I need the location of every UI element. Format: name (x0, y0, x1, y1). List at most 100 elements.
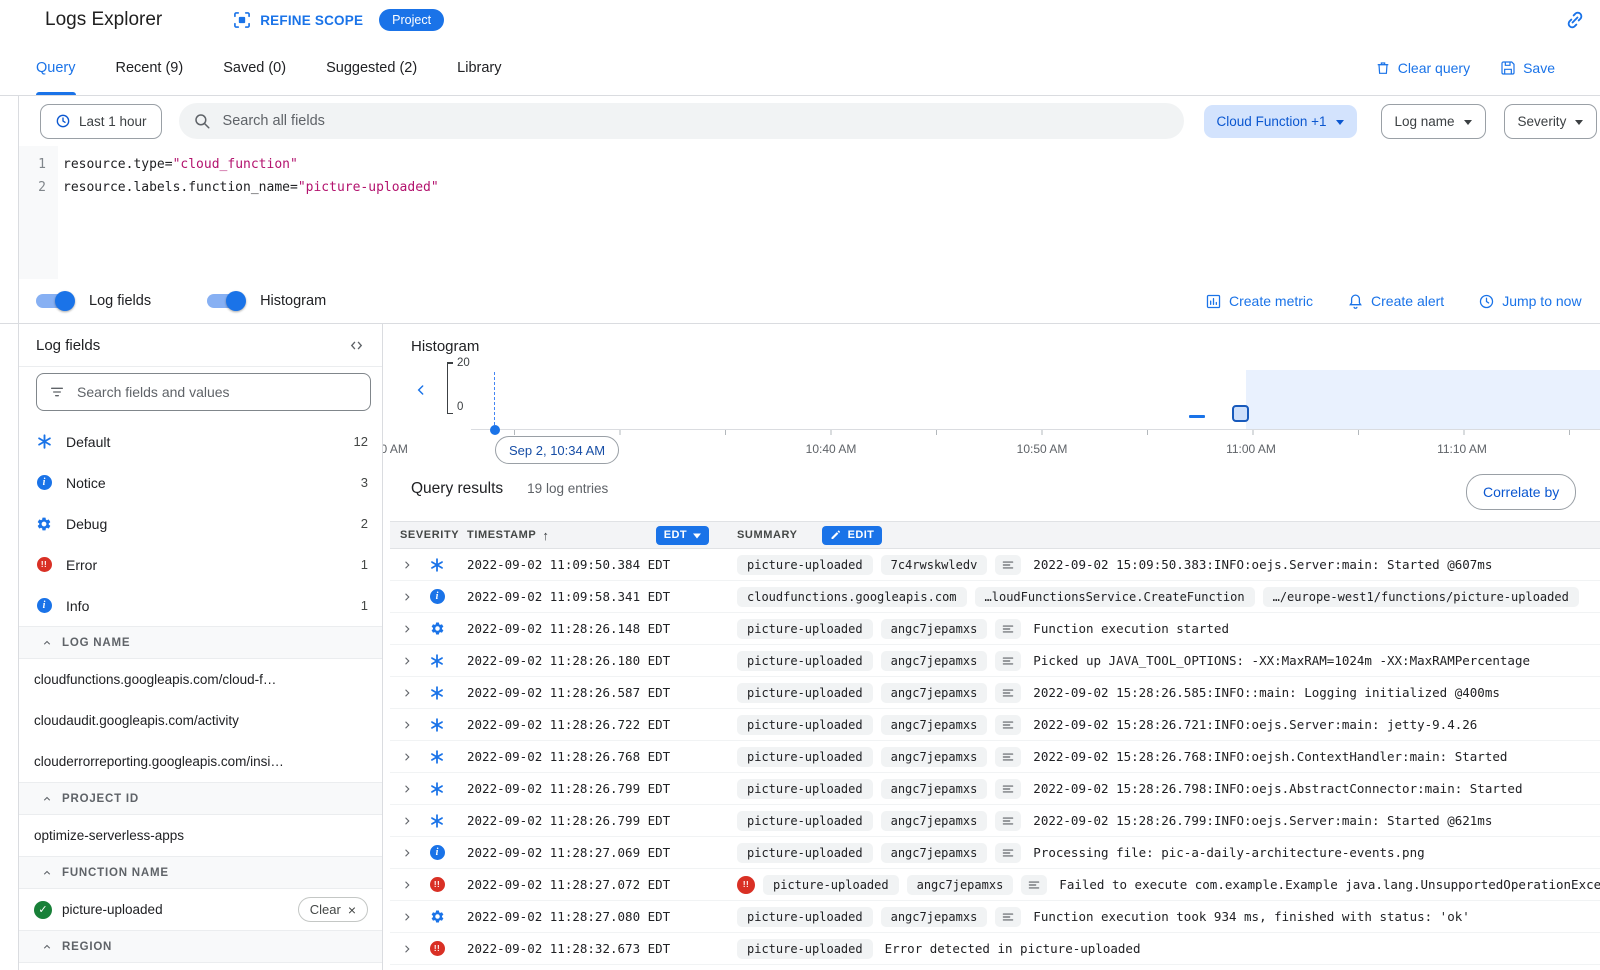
severity-filter-row[interactable]: i !! Debug 2 (18, 503, 382, 544)
time-cursor-dot[interactable] (490, 425, 500, 435)
summary-chip[interactable]: picture-uploaded (737, 683, 873, 703)
log-entry-row[interactable]: i !! 2022-09-02 11:28:26.722 EDT !! (390, 709, 1600, 741)
expand-chevron-icon[interactable] (400, 654, 422, 668)
severity-filter-row[interactable]: i !! Error 1 (18, 544, 382, 585)
severity-filter-row[interactable]: i !! Default 12 (18, 421, 382, 462)
log-entry-row[interactable]: i !! 2022-09-02 11:28:27.072 EDT !! (390, 869, 1600, 901)
summary-chip[interactable]: …/europe-west1/functions/picture-uploade… (1263, 587, 1579, 607)
severity-filter-row[interactable]: i !! Info 1 (18, 585, 382, 626)
histogram-toggle[interactable] (207, 294, 244, 308)
expand-chevron-icon[interactable] (400, 622, 422, 636)
log-lines-icon[interactable] (995, 747, 1021, 767)
summary-chip[interactable]: picture-uploaded (737, 811, 873, 831)
summary-chip[interactable]: angc7jepamxs (881, 843, 988, 863)
timezone-selector[interactable]: EDT (656, 526, 709, 545)
summary-chip[interactable]: picture-uploaded (763, 875, 899, 895)
field-value-row[interactable]: ✓ clouderrorreporting.googleapis.com/ins… (18, 741, 382, 782)
log-entry-row[interactable]: i !! 2022-09-02 11:28:26.768 EDT !! (390, 741, 1600, 773)
tab[interactable]: Suggested (2) (326, 40, 417, 95)
summary-chip[interactable]: angc7jepamxs (881, 651, 988, 671)
tab[interactable]: Recent (9) (116, 40, 184, 95)
summary-chip[interactable]: angc7jepamxs (881, 779, 988, 799)
scope-project-badge[interactable]: Project (379, 9, 444, 31)
section-header[interactable]: PROJECT ID (18, 782, 382, 815)
summary-chip[interactable]: angc7jepamxs (881, 715, 988, 735)
tab[interactable]: Saved (0) (223, 40, 286, 95)
log-lines-icon[interactable] (995, 811, 1021, 831)
log-name-filter-chip[interactable]: Log name (1381, 104, 1486, 139)
summary-chip[interactable]: …loudFunctionsService.CreateFunction (975, 587, 1255, 607)
expand-chevron-icon[interactable] (400, 782, 422, 796)
log-entry-row[interactable]: i !! 2022-09-02 11:09:50.384 EDT !! (390, 549, 1600, 581)
histogram-pan-left-icon[interactable] (413, 382, 429, 398)
collapse-panel-icon[interactable] (343, 332, 370, 359)
log-entry-row[interactable]: i !! 2022-09-02 11:28:32.673 EDT !! (390, 933, 1600, 965)
log-fields-toggle[interactable] (36, 294, 73, 308)
summary-chip[interactable]: picture-uploaded (737, 651, 873, 671)
jump-to-now-button[interactable]: Jump to now (1478, 293, 1581, 310)
expand-chevron-icon[interactable] (400, 590, 422, 604)
section-header[interactable]: FUNCTION NAME (18, 856, 382, 889)
fields-search-input[interactable] (75, 383, 370, 401)
share-link-icon[interactable] (1564, 9, 1586, 31)
log-entry-row[interactable]: i !! 2022-09-02 11:28:26.799 EDT !! (390, 773, 1600, 805)
resource-filter-chip[interactable]: Cloud Function +1 (1204, 105, 1357, 138)
create-alert-button[interactable]: Create alert (1347, 293, 1444, 310)
clear-query-button[interactable]: Clear query (1375, 60, 1470, 76)
log-lines-icon[interactable] (995, 555, 1021, 575)
summary-chip[interactable]: angc7jepamxs (881, 683, 988, 703)
expand-chevron-icon[interactable] (400, 878, 422, 892)
summary-chip[interactable]: picture-uploaded (737, 715, 873, 735)
summary-chip[interactable]: 7c4rwskwledv (881, 555, 988, 575)
log-entry-row[interactable]: i !! 2022-09-02 11:09:58.341 EDT !! (390, 581, 1600, 613)
summary-chip[interactable]: picture-uploaded (737, 747, 873, 767)
severity-filter-row[interactable]: i !! Notice 3 (18, 462, 382, 503)
summary-chip[interactable]: picture-uploaded (737, 779, 873, 799)
log-entry-row[interactable]: i !! 2022-09-02 11:28:27.069 EDT !! (390, 837, 1600, 869)
tab[interactable]: Query (36, 40, 76, 95)
timestamp-column-header[interactable]: TIMESTAMP (467, 529, 536, 541)
query-editor[interactable]: 12 resource.type="cloud_function" resour… (0, 146, 1600, 279)
field-value-row[interactable]: ✓ cloudaudit.googleapis.com/activity × 2 (18, 700, 382, 741)
expand-chevron-icon[interactable] (400, 750, 422, 764)
log-entry-row[interactable]: i !! 2022-09-02 11:28:26.587 EDT !! (390, 677, 1600, 709)
expand-chevron-icon[interactable] (400, 814, 422, 828)
log-lines-icon[interactable] (995, 843, 1021, 863)
summary-chip[interactable]: angc7jepamxs (907, 875, 1014, 895)
summary-chip[interactable]: picture-uploaded (737, 555, 873, 575)
log-lines-icon[interactable] (995, 651, 1021, 671)
log-entry-row[interactable]: i !! 2022-09-02 11:28:26.180 EDT !! (390, 645, 1600, 677)
log-entry-row[interactable]: i !! 2022-09-02 11:28:26.148 EDT !! (390, 613, 1600, 645)
clear-filter-button[interactable]: Clear × (298, 897, 368, 922)
field-value-row[interactable]: ✓ picture-uploaded Clear × (18, 889, 382, 930)
log-entry-row[interactable]: i !! 2022-09-02 11:28:27.080 EDT !! (390, 901, 1600, 933)
sort-asc-icon[interactable]: ↑ (542, 528, 549, 543)
summary-chip[interactable]: picture-uploaded (737, 619, 873, 639)
log-lines-icon[interactable] (995, 779, 1021, 799)
tab[interactable]: Library (457, 40, 501, 95)
expand-chevron-icon[interactable] (400, 718, 422, 732)
summary-chip[interactable]: angc7jepamxs (881, 747, 988, 767)
expand-chevron-icon[interactable] (400, 558, 422, 572)
expand-chevron-icon[interactable] (400, 910, 422, 924)
summary-chip[interactable]: angc7jepamxs (881, 907, 988, 927)
log-lines-icon[interactable] (995, 619, 1021, 639)
field-value-row[interactable]: ✓ cloudfunctions.googleapis.com/cloud-f…… (18, 659, 382, 700)
log-lines-icon[interactable] (995, 683, 1021, 703)
histogram-selection-region[interactable] (1246, 370, 1600, 430)
log-lines-icon[interactable] (1021, 875, 1047, 895)
save-button[interactable]: Save (1500, 60, 1555, 76)
section-header[interactable]: REGION (18, 930, 382, 963)
summary-chip[interactable]: picture-uploaded (737, 939, 873, 959)
correlate-by-button[interactable]: Correlate by (1466, 474, 1576, 510)
severity-filter-chip[interactable]: Severity (1504, 104, 1598, 139)
expand-chevron-icon[interactable] (400, 846, 422, 860)
log-lines-icon[interactable] (995, 715, 1021, 735)
summary-chip[interactable]: angc7jepamxs (881, 811, 988, 831)
summary-chip[interactable]: cloudfunctions.googleapis.com (737, 587, 967, 607)
edit-summary-button[interactable]: EDIT (822, 526, 883, 545)
time-range-picker[interactable]: Last 1 hour (40, 104, 162, 139)
expand-chevron-icon[interactable] (400, 942, 422, 956)
log-entry-row[interactable]: i !! 2022-09-02 11:28:26.799 EDT !! (390, 805, 1600, 837)
summary-chip[interactable]: picture-uploaded (737, 907, 873, 927)
